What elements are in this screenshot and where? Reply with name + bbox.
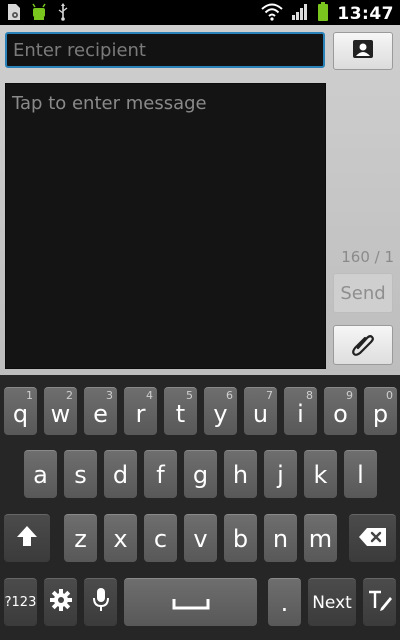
key-x[interactable]: x	[104, 514, 137, 562]
key-q[interactable]: 1 q	[4, 387, 37, 435]
key-label: e	[93, 399, 108, 428]
status-left-icons	[6, 3, 70, 25]
key-label: i	[297, 399, 304, 428]
key-hint: 5	[186, 389, 193, 402]
soft-keyboard: 1 q 2 w 3 e 4 r 5 t 6 y 7 u 8 i 9 o 0 p …	[0, 375, 400, 640]
battery-icon	[317, 2, 329, 26]
key-w[interactable]: 2 w	[44, 387, 77, 435]
key-t[interactable]: 5 t	[164, 387, 197, 435]
key-hint: 9	[346, 389, 353, 402]
key-label: u	[252, 399, 269, 428]
symbols-key[interactable]: ?123	[4, 578, 37, 626]
key-k[interactable]: k	[304, 450, 337, 498]
key-hint: 1	[26, 389, 33, 402]
compose-area: 160 / 1 Send	[0, 25, 400, 375]
microphone-key[interactable]	[84, 578, 117, 626]
key-label: p	[372, 399, 389, 428]
key-a[interactable]: a	[24, 450, 57, 498]
gear-icon	[49, 588, 73, 618]
handwriting-key[interactable]	[363, 578, 396, 626]
wifi-icon	[261, 3, 284, 25]
key-hint: 8	[306, 389, 313, 402]
android-icon	[30, 3, 48, 25]
paperclip-icon	[350, 330, 376, 360]
key-j[interactable]: j	[264, 450, 297, 498]
key-hint: 2	[66, 389, 73, 402]
character-counter: 160 / 1	[341, 248, 394, 266]
key-label: t	[175, 399, 186, 428]
key-d[interactable]: d	[104, 450, 137, 498]
contact-icon	[352, 39, 374, 63]
key-v[interactable]: v	[184, 514, 217, 562]
settings-key[interactable]	[44, 578, 77, 626]
key-c[interactable]: c	[144, 514, 177, 562]
contact-picker-button[interactable]	[333, 32, 393, 70]
recipient-input[interactable]	[5, 32, 325, 68]
key-s[interactable]: s	[64, 450, 97, 498]
key-r[interactable]: 4 r	[124, 387, 157, 435]
status-bar: 13:47	[0, 0, 400, 25]
space-key[interactable]	[124, 578, 257, 626]
key-hint: 0	[386, 389, 393, 402]
settings-file-icon	[6, 3, 22, 25]
period-key[interactable]: .	[268, 578, 301, 626]
key-m[interactable]: m	[304, 514, 337, 562]
key-label: o	[333, 399, 348, 428]
key-l[interactable]: l	[344, 450, 377, 498]
clock: 13:47	[337, 4, 394, 24]
send-button[interactable]: Send	[333, 273, 393, 313]
key-z[interactable]: z	[64, 514, 97, 562]
message-input[interactable]	[5, 83, 326, 369]
key-b[interactable]: b	[224, 514, 257, 562]
key-o[interactable]: 9 o	[324, 387, 357, 435]
key-y[interactable]: 6 y	[204, 387, 237, 435]
key-label: q	[12, 399, 29, 428]
key-g[interactable]: g	[184, 450, 217, 498]
status-right-icons: 13:47	[261, 2, 394, 26]
key-e[interactable]: 3 e	[84, 387, 117, 435]
usb-icon	[56, 3, 70, 25]
key-label: w	[50, 399, 71, 428]
key-label: r	[135, 399, 146, 428]
attach-button[interactable]	[333, 325, 393, 365]
shift-key[interactable]	[4, 514, 50, 562]
microphone-icon	[91, 587, 111, 619]
key-hint: 6	[226, 389, 233, 402]
signal-icon	[291, 3, 309, 25]
next-key[interactable]: Next	[308, 578, 356, 626]
key-label: y	[213, 399, 228, 428]
shift-arrow-icon	[15, 524, 39, 554]
backspace-icon	[358, 525, 388, 553]
text-pen-icon	[367, 588, 393, 618]
key-u[interactable]: 7 u	[244, 387, 277, 435]
key-h[interactable]: h	[224, 450, 257, 498]
key-p[interactable]: 0 p	[364, 387, 397, 435]
key-hint: 3	[106, 389, 113, 402]
space-bar-icon	[171, 589, 211, 617]
key-hint: 4	[146, 389, 153, 402]
backspace-key[interactable]	[349, 514, 396, 562]
key-i[interactable]: 8 i	[284, 387, 317, 435]
key-hint: 7	[266, 389, 273, 402]
key-f[interactable]: f	[144, 450, 177, 498]
key-n[interactable]: n	[264, 514, 297, 562]
